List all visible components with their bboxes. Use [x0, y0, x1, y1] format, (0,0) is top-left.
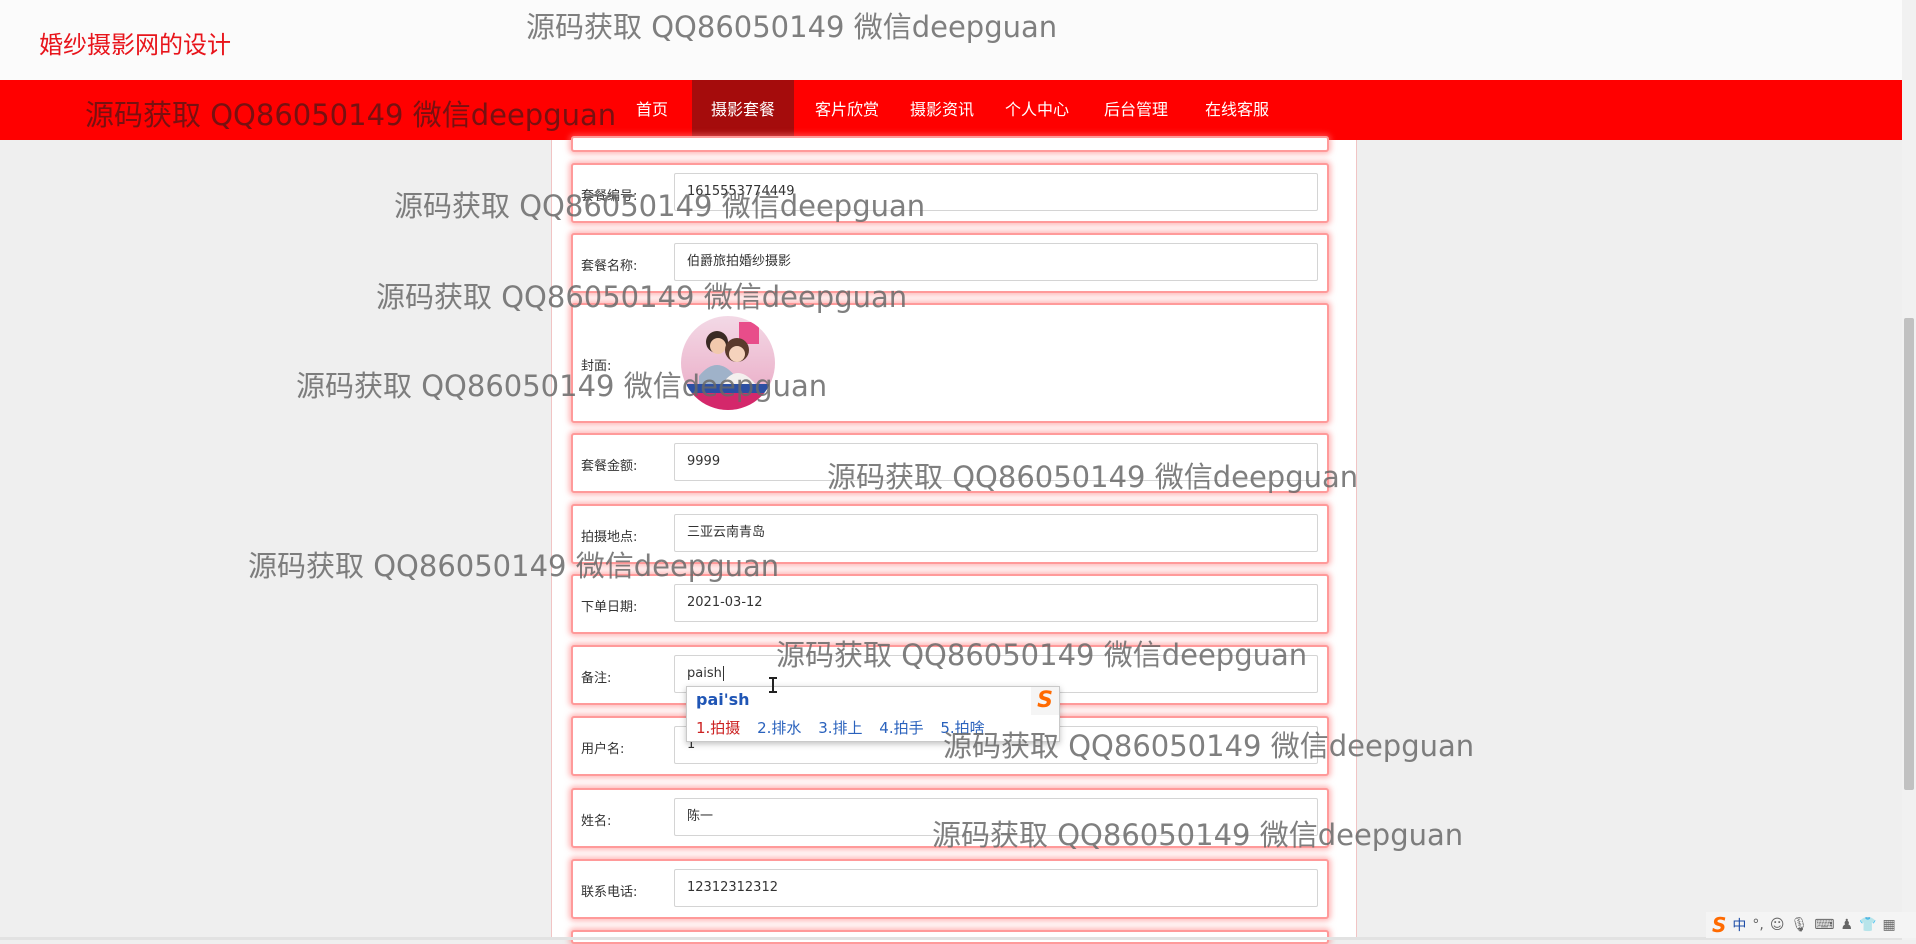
ime-candidate[interactable]: 3.排上 [818, 719, 862, 737]
order-date-field[interactable]: 2021-03-12 [674, 584, 1318, 622]
order-date-label: 下单日期: [581, 600, 638, 615]
phone-field[interactable]: 12312312312 [674, 869, 1318, 907]
location-label: 拍摄地点: [581, 530, 638, 545]
form-row-package-name: 套餐名称: 伯爵旅拍婚纱摄影 [571, 233, 1329, 293]
ime-logo-icon: S [1031, 687, 1059, 715]
phone-label: 联系电话: [581, 885, 638, 900]
ime-candidate[interactable]: 5.拍啥 [940, 719, 984, 737]
package-name-field[interactable]: 伯爵旅拍婚纱摄影 [674, 243, 1318, 281]
scrollbar-thumb[interactable] [1904, 318, 1914, 790]
main-nav: 首页 摄影套餐 客片欣赏 摄影资讯 个人中心 后台管理 在线客服 [0, 80, 1902, 140]
ime-candidate[interactable]: 2.排水 [757, 719, 801, 737]
ime-candidate-list: 1.拍摄 2.排水 3.排上 4.拍手 5.拍啥 [696, 717, 997, 738]
package-name-label: 套餐名称: [581, 259, 638, 274]
top-header: 婚纱摄影网的设计 [0, 0, 1902, 80]
text-cursor-icon [769, 677, 777, 693]
site-title[interactable]: 婚纱摄影网的设计 [39, 25, 231, 60]
language-toggle[interactable]: 中 [1732, 915, 1746, 935]
sogou-logo-icon[interactable]: S [1712, 913, 1726, 937]
mic-icon[interactable]: 🎙 [1790, 917, 1808, 933]
nav-item-admin[interactable]: 后台管理 [1090, 80, 1182, 140]
emoji-icon[interactable]: ☺ [1770, 917, 1785, 933]
package-no-field[interactable]: 1615553774449 [674, 173, 1318, 211]
amount-label: 套餐金额: [581, 459, 638, 474]
nav-item-online-service[interactable]: 在线客服 [1192, 80, 1282, 140]
nav-item-gallery[interactable]: 客片欣赏 [804, 80, 890, 140]
nav-item-user-center[interactable]: 个人中心 [994, 80, 1080, 140]
keyboard-icon[interactable]: ⌨ [1814, 917, 1834, 933]
remark-label: 备注: [581, 671, 612, 686]
ime-tray: S 中 °, ☺ 🎙 ⌨ ♟ 👕 ▦ [1706, 912, 1916, 938]
skin-icon[interactable]: 👕 [1859, 917, 1876, 933]
name-field[interactable]: 陈一 [674, 798, 1318, 836]
user-icon[interactable]: ♟ [1840, 917, 1853, 933]
nav-item-news[interactable]: 摄影资讯 [900, 80, 984, 140]
form-row-order-date: 下单日期: 2021-03-12 [571, 574, 1329, 634]
username-label: 用户名: [581, 742, 625, 757]
form-row-phone: 联系电话: 12312312312 [571, 859, 1329, 919]
remark-value: paish [687, 666, 722, 681]
grid-icon[interactable]: ▦ [1882, 917, 1895, 933]
ime-pinyin: pai'sh [696, 690, 750, 709]
nav-item-home[interactable]: 首页 [622, 80, 682, 140]
form-row-package-no: 套餐编号: 1615553774449 [571, 163, 1329, 223]
vertical-scrollbar[interactable] [1902, 0, 1916, 940]
ime-candidate[interactable]: 4.拍手 [879, 719, 923, 737]
cover-label: 封面: [581, 359, 612, 374]
text-caret [722, 666, 724, 681]
form-row-partial [571, 136, 1329, 152]
package-no-label: 套餐编号: [581, 189, 638, 204]
form-row-amount: 套餐金额: 9999 [571, 433, 1329, 493]
form-row-name: 姓名: 陈一 [571, 788, 1329, 848]
ime-candidate[interactable]: 1.拍摄 [696, 719, 740, 737]
cover-photo-icon [681, 316, 775, 410]
form-row-location: 拍摄地点: 三亚云南青岛 [571, 504, 1329, 564]
name-label: 姓名: [581, 814, 612, 829]
amount-field[interactable]: 9999 [674, 443, 1318, 481]
ime-candidate-popup: pai'sh 1.拍摄 2.排水 3.排上 4.拍手 5.拍啥 S [686, 686, 1060, 742]
punctuation-icon[interactable]: °, [1752, 917, 1763, 933]
nav-item-packages[interactable]: 摄影套餐 [692, 80, 794, 140]
cover-image[interactable] [681, 316, 775, 410]
location-field[interactable]: 三亚云南青岛 [674, 514, 1318, 552]
